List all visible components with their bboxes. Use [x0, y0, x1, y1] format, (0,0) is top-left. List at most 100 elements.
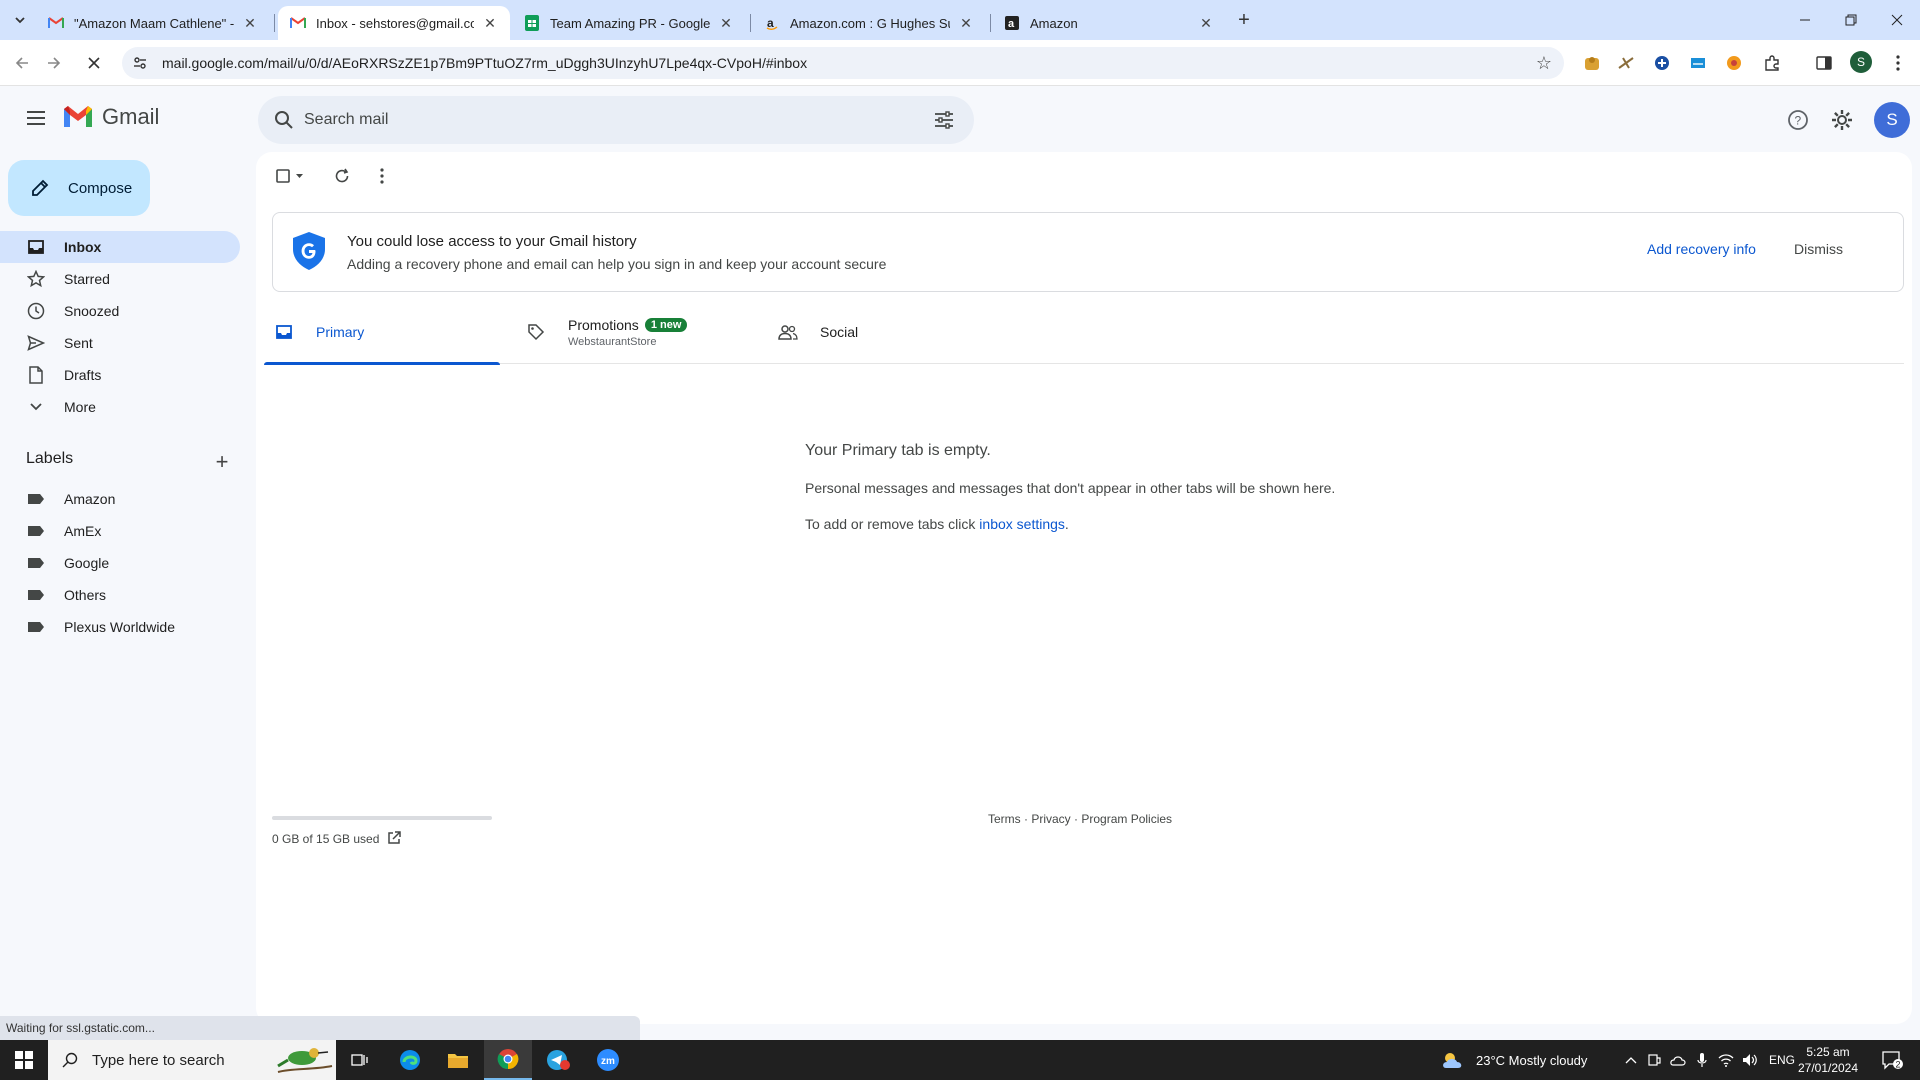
help-icon[interactable]: ?: [1778, 100, 1818, 140]
compose-button[interactable]: Compose: [8, 160, 150, 216]
account-avatar[interactable]: S: [1874, 102, 1910, 138]
tab-primary[interactable]: Primary: [264, 300, 500, 365]
notification-center-icon[interactable]: 2: [1872, 1040, 1912, 1080]
weather-widget[interactable]: 23°C Mostly cloudy: [1440, 1040, 1587, 1080]
settings-gear-icon[interactable]: [1822, 100, 1862, 140]
close-icon[interactable]: ✕: [482, 15, 498, 31]
extension-icon[interactable]: [1722, 51, 1746, 75]
add-recovery-info-button[interactable]: Add recovery info: [1647, 241, 1756, 257]
nav-item-more[interactable]: More: [0, 391, 240, 423]
nav-item-starred[interactable]: Starred: [0, 263, 240, 295]
close-icon[interactable]: ✕: [1198, 15, 1214, 31]
nav-item-sent[interactable]: Sent: [0, 327, 240, 359]
inbox-icon: [26, 237, 46, 257]
privacy-link[interactable]: Privacy: [1031, 812, 1070, 826]
nav-item-inbox[interactable]: Inbox: [0, 231, 240, 263]
kebab-menu-icon[interactable]: [1886, 51, 1910, 75]
wifi-icon[interactable]: [1714, 1053, 1738, 1067]
label-item[interactable]: Google: [0, 547, 240, 579]
label-item[interactable]: Plexus Worldwide: [0, 611, 240, 643]
tab-separator: [990, 14, 991, 32]
close-icon[interactable]: ✕: [718, 15, 734, 31]
speaker-volume-icon[interactable]: [1738, 1053, 1762, 1067]
label-name: Plexus Worldwide: [64, 619, 176, 635]
tab-title: Amazon.com : G Hughes Sugar: [790, 15, 950, 31]
dismiss-button[interactable]: Dismiss: [1794, 241, 1843, 257]
extension-icon[interactable]: [1614, 51, 1638, 75]
task-view-icon[interactable]: [336, 1040, 384, 1080]
file-explorer-icon[interactable]: [434, 1040, 482, 1080]
refresh-icon[interactable]: [326, 160, 358, 192]
select-all-checkbox[interactable]: [270, 160, 312, 192]
open-external-icon[interactable]: [384, 828, 404, 848]
search-input[interactable]: [304, 111, 924, 129]
close-icon[interactable]: ✕: [958, 15, 974, 31]
close-icon[interactable]: ✕: [242, 15, 258, 31]
telegram-icon[interactable]: [534, 1040, 582, 1080]
storage-meter: [272, 816, 492, 820]
hint-prefix: To add or remove tabs click: [805, 516, 980, 532]
tab-search-chevron-icon[interactable]: [8, 8, 32, 32]
windows-start-icon[interactable]: [0, 1040, 48, 1080]
terms-link[interactable]: Terms: [988, 812, 1021, 826]
add-label-plus-icon[interactable]: +: [208, 448, 236, 476]
taskbar-search-box[interactable]: Type here to search: [48, 1040, 336, 1080]
more-options-kebab-icon[interactable]: [366, 160, 398, 192]
browser-tab[interactable]: a Amazon.com : G Hughes Sugar ✕: [752, 6, 986, 40]
clock-icon: [26, 301, 46, 321]
browser-tab[interactable]: Team Amazing PR - Google She ✕: [512, 6, 746, 40]
tab-social[interactable]: Social: [768, 300, 1004, 364]
chevron-up-icon[interactable]: [1620, 1056, 1642, 1064]
label-item[interactable]: Others: [0, 579, 240, 611]
zoom-app-icon[interactable]: zm: [584, 1040, 632, 1080]
new-tab-plus-icon[interactable]: +: [1232, 8, 1256, 32]
restore-icon[interactable]: [1828, 0, 1874, 40]
taskbar-clock[interactable]: 5:25 am 27/01/2024: [1796, 1044, 1860, 1076]
device-icon[interactable]: [1642, 1053, 1666, 1067]
search-icon[interactable]: [264, 100, 304, 140]
tab-promotions[interactable]: Promotions 1 new WebstaurantStore: [516, 300, 752, 364]
label-item[interactable]: Amazon: [0, 483, 240, 515]
url-text[interactable]: mail.google.com/mail/u/0/d/AEoRXRSzZE1p7…: [162, 55, 1528, 71]
onedrive-cloud-icon[interactable]: [1666, 1054, 1690, 1066]
empty-description: Personal messages and messages that don'…: [805, 480, 1336, 496]
stop-loading-icon[interactable]: [78, 47, 110, 79]
browser-tab-active[interactable]: Inbox - sehstores@gmail.com - ✕: [278, 6, 510, 40]
search-options-icon[interactable]: [924, 100, 964, 140]
bird-illustration-icon: [272, 1042, 336, 1078]
chrome-browser-icon[interactable]: [484, 1040, 532, 1080]
nav-item-drafts[interactable]: Drafts: [0, 359, 240, 391]
tab-title: Inbox - sehstores@gmail.com -: [316, 15, 474, 31]
puzzle-extensions-icon[interactable]: [1760, 51, 1784, 75]
extension-icon[interactable]: [1650, 51, 1674, 75]
inbox-category-tabs: Primary Promotions 1 new WebstaurantStor…: [264, 300, 1904, 365]
nav-item-snoozed[interactable]: Snoozed: [0, 295, 240, 327]
minimize-icon[interactable]: [1782, 0, 1828, 40]
main-menu-icon[interactable]: [16, 98, 56, 138]
side-panel-icon[interactable]: [1812, 51, 1836, 75]
forward-arrow-icon[interactable]: [38, 47, 70, 79]
windows-taskbar: Type here to search zm 23°C Mostly cloud…: [0, 1040, 1920, 1080]
bookmark-star-icon[interactable]: ☆: [1528, 47, 1560, 79]
extension-icon[interactable]: [1686, 51, 1710, 75]
microphone-icon[interactable]: [1690, 1052, 1714, 1068]
program-policies-link[interactable]: Program Policies: [1081, 812, 1172, 826]
shield-google-icon: [293, 232, 325, 270]
hint-suffix: .: [1064, 516, 1069, 532]
label-item[interactable]: AmEx: [0, 515, 240, 547]
draft-icon: [26, 365, 46, 385]
svg-text:zm: zm: [601, 1056, 615, 1067]
search-bar[interactable]: [258, 96, 974, 144]
edge-browser-icon[interactable]: [386, 1040, 434, 1080]
extension-icon[interactable]: [1580, 51, 1604, 75]
browser-profile-avatar[interactable]: S: [1850, 51, 1872, 73]
close-window-icon[interactable]: [1874, 0, 1920, 40]
gmail-logo[interactable]: Gmail: [62, 104, 159, 130]
address-bar[interactable]: mail.google.com/mail/u/0/d/AEoRXRSzZE1p7…: [122, 47, 1564, 79]
inbox-settings-link[interactable]: inbox settings: [979, 516, 1065, 532]
banner-text: Adding a recovery phone and email can he…: [347, 256, 887, 272]
site-info-icon[interactable]: [124, 47, 156, 79]
browser-tab[interactable]: a Amazon ✕: [992, 6, 1226, 40]
back-arrow-icon[interactable]: [6, 47, 38, 79]
browser-tab[interactable]: "Amazon Maam Cathlene" - c ✕: [36, 6, 270, 40]
